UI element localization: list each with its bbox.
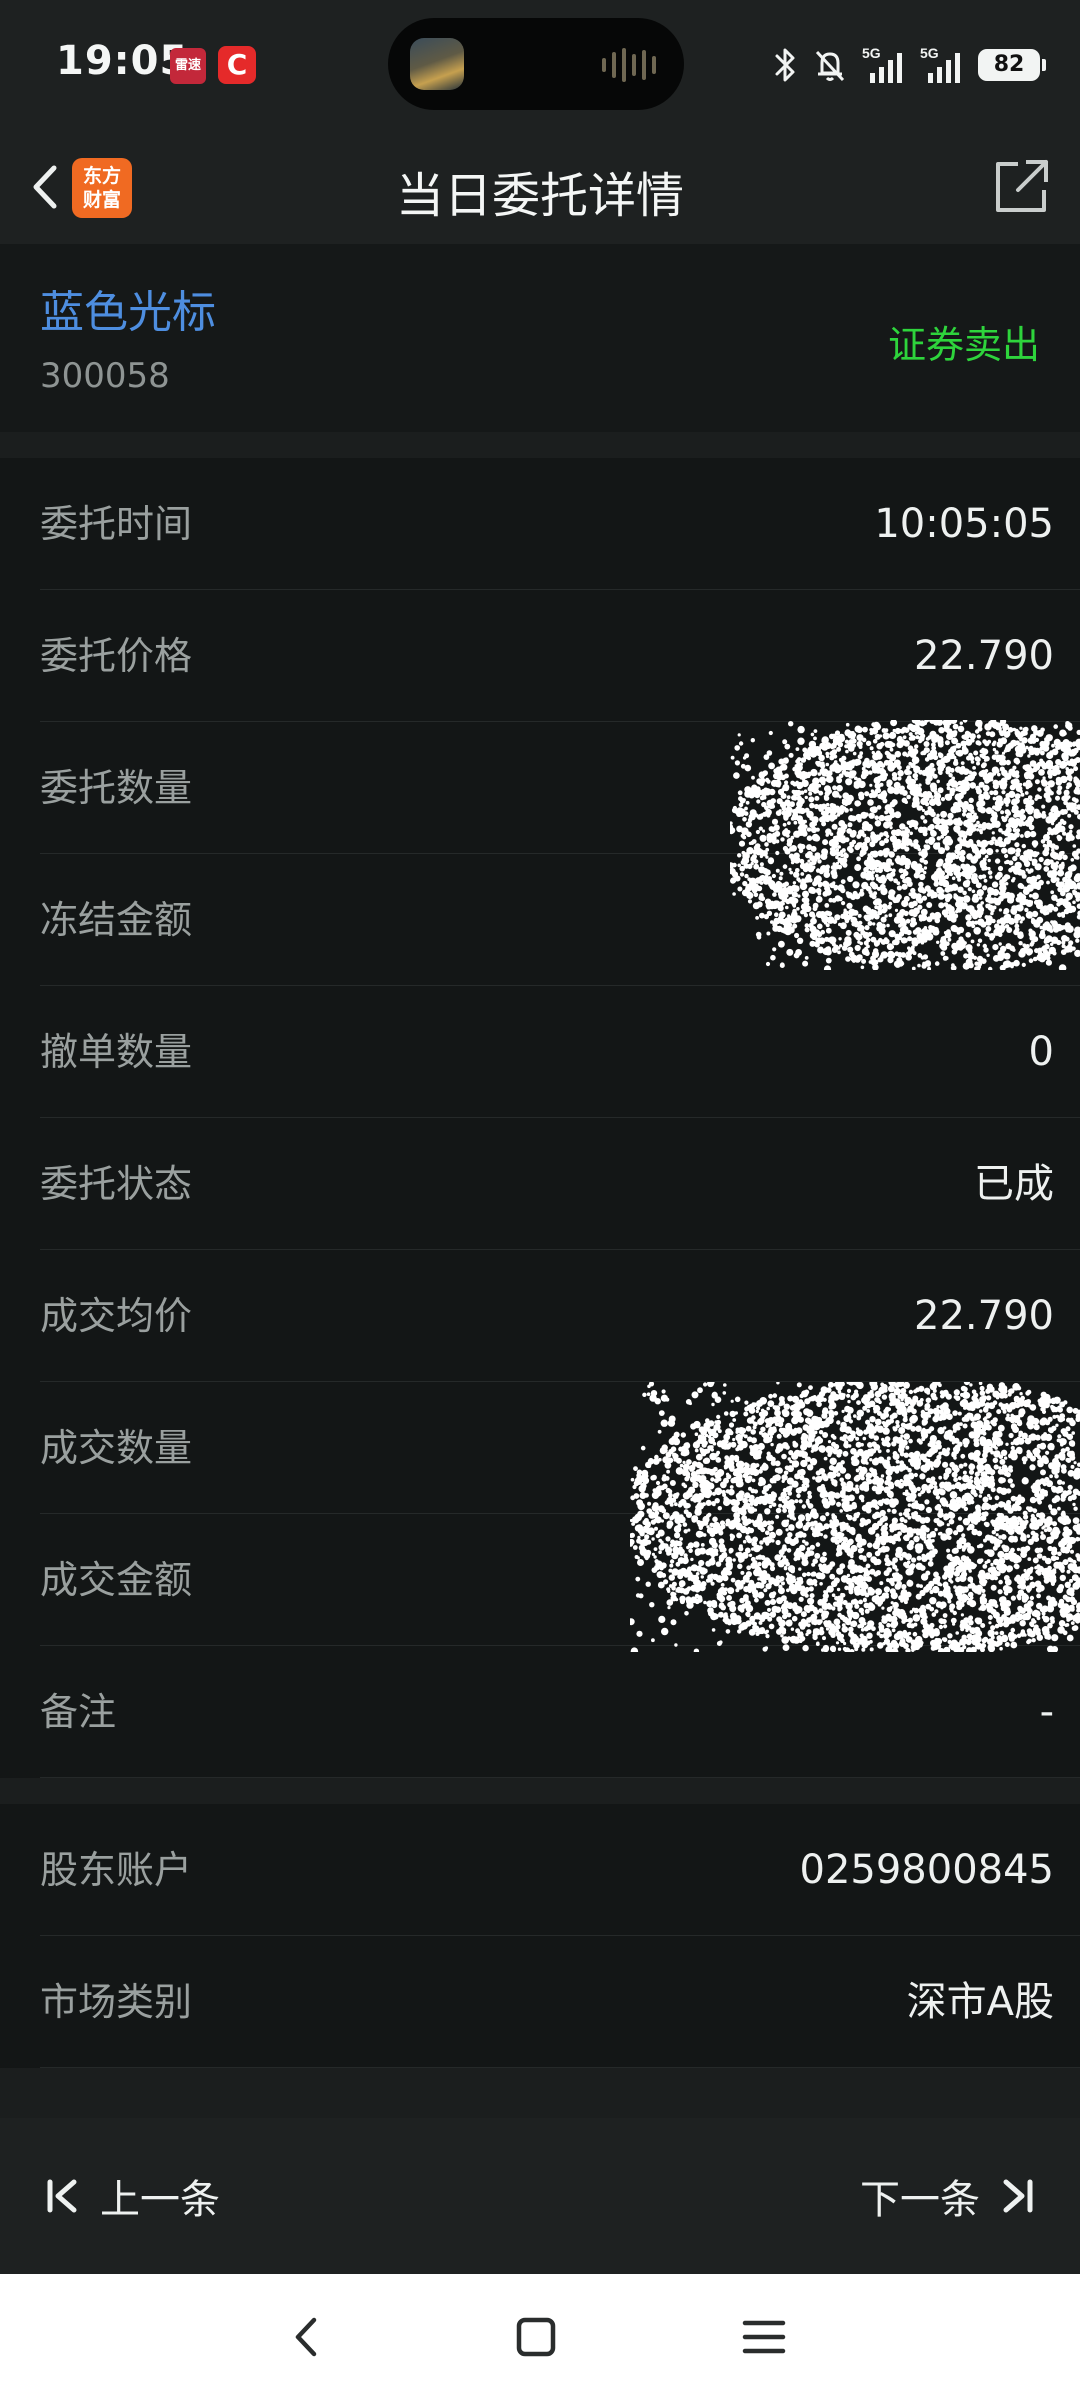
skip-first-icon bbox=[47, 2179, 77, 2213]
detail-value: 0 bbox=[1028, 1029, 1054, 1075]
share-external-icon[interactable] bbox=[988, 154, 1054, 220]
detail-label: 股东账户 bbox=[40, 1848, 193, 1892]
detail-row-market-type: 市场类别 深市A股 bbox=[0, 1936, 1080, 2068]
status-time: 19:05 bbox=[56, 38, 189, 84]
prev-record-label: 上一条 bbox=[100, 2177, 220, 2223]
detail-value: 0259800845 bbox=[799, 1847, 1055, 1893]
record-pager: 上一条 下一条 bbox=[0, 2118, 1080, 2274]
dynamic-island[interactable] bbox=[388, 18, 684, 110]
page-title: 当日委托详情 bbox=[395, 168, 684, 224]
detail-label: 委托时间 bbox=[40, 502, 193, 546]
signal-5g-icon: 5G bbox=[862, 45, 902, 83]
stock-code: 300058 bbox=[40, 356, 170, 396]
notification-app-icon-c: C bbox=[218, 46, 256, 84]
nav-home-icon[interactable] bbox=[503, 2304, 569, 2370]
detail-value: - bbox=[1039, 1689, 1054, 1735]
redaction-noise bbox=[730, 720, 1080, 970]
notification-app-icon: 雷速 bbox=[170, 48, 206, 84]
battery-icon: 82 bbox=[978, 49, 1046, 81]
detail-row-remark: 备注 - bbox=[0, 1646, 1080, 1778]
detail-label: 冻结金额 bbox=[40, 898, 193, 942]
bluetooth-icon bbox=[775, 48, 795, 82]
next-record-button[interactable]: 下一条 bbox=[860, 2118, 1036, 2274]
detail-label: 撤单数量 bbox=[40, 1030, 193, 1074]
detail-label: 市场类别 bbox=[40, 1980, 193, 2024]
nav-back-icon[interactable] bbox=[274, 2304, 340, 2370]
detail-value: 22.790 bbox=[914, 1293, 1054, 1339]
detail-label: 成交数量 bbox=[40, 1426, 193, 1470]
order-detail-list: 委托时间 10:05:05 委托价格 22.790 委托数量 冻结金额 撤单数量… bbox=[0, 458, 1080, 1778]
stock-card: 蓝色光标 300058 证券卖出 bbox=[0, 244, 1080, 432]
detail-label: 委托价格 bbox=[40, 634, 193, 678]
detail-row-order-time: 委托时间 10:05:05 bbox=[0, 458, 1080, 590]
redaction-noise bbox=[630, 1382, 1080, 1652]
detail-row-shareholder-account: 股东账户 0259800845 bbox=[0, 1804, 1080, 1936]
detail-row-order-status: 委托状态 已成 bbox=[0, 1118, 1080, 1250]
media-thumbnail bbox=[410, 38, 464, 90]
detail-value: 22.790 bbox=[914, 633, 1054, 679]
prev-record-button[interactable]: 上一条 bbox=[44, 2118, 220, 2274]
order-detail-page: 19:05 雷速 C 5G 5G 82 东方 财富 当日委托详情 蓝色光标 30… bbox=[0, 0, 1080, 2400]
audio-wave-icon bbox=[602, 48, 656, 82]
stock-name[interactable]: 蓝色光标 bbox=[40, 276, 216, 340]
detail-row-cancel-quantity: 撤单数量 0 bbox=[0, 986, 1080, 1118]
detail-row-avg-price: 成交均价 22.790 bbox=[0, 1250, 1080, 1382]
status-bar: 19:05 雷速 C 5G 5G 82 bbox=[0, 0, 1080, 130]
next-record-label: 下一条 bbox=[860, 2177, 980, 2223]
detail-label: 成交均价 bbox=[40, 1294, 193, 1338]
nav-menu-icon[interactable] bbox=[731, 2304, 797, 2370]
account-info-list: 股东账户 0259800845 市场类别 深市A股 bbox=[0, 1804, 1080, 2068]
detail-label: 委托数量 bbox=[40, 766, 193, 810]
detail-value: 10:05:05 bbox=[874, 501, 1054, 547]
system-nav-bar bbox=[0, 2274, 1080, 2400]
detail-label: 备注 bbox=[40, 1690, 117, 1734]
detail-value: 深市A股 bbox=[906, 1979, 1054, 2025]
detail-label: 委托状态 bbox=[40, 1162, 193, 1206]
signal-5g-icon-2: 5G bbox=[920, 45, 960, 83]
skip-last-icon bbox=[1003, 2179, 1033, 2213]
detail-label: 成交金额 bbox=[40, 1558, 193, 1602]
mute-bell-icon bbox=[815, 50, 845, 82]
detail-value: 已成 bbox=[974, 1161, 1054, 1207]
detail-row-order-price: 委托价格 22.790 bbox=[0, 590, 1080, 722]
app-header: 东方 财富 当日委托详情 bbox=[0, 130, 1080, 244]
trade-type-badge: 证券卖出 bbox=[887, 323, 1040, 367]
svg-text:5G: 5G bbox=[920, 45, 939, 61]
status-icons: 5G 5G 82 bbox=[774, 40, 1046, 90]
svg-text:5G: 5G bbox=[862, 45, 881, 61]
